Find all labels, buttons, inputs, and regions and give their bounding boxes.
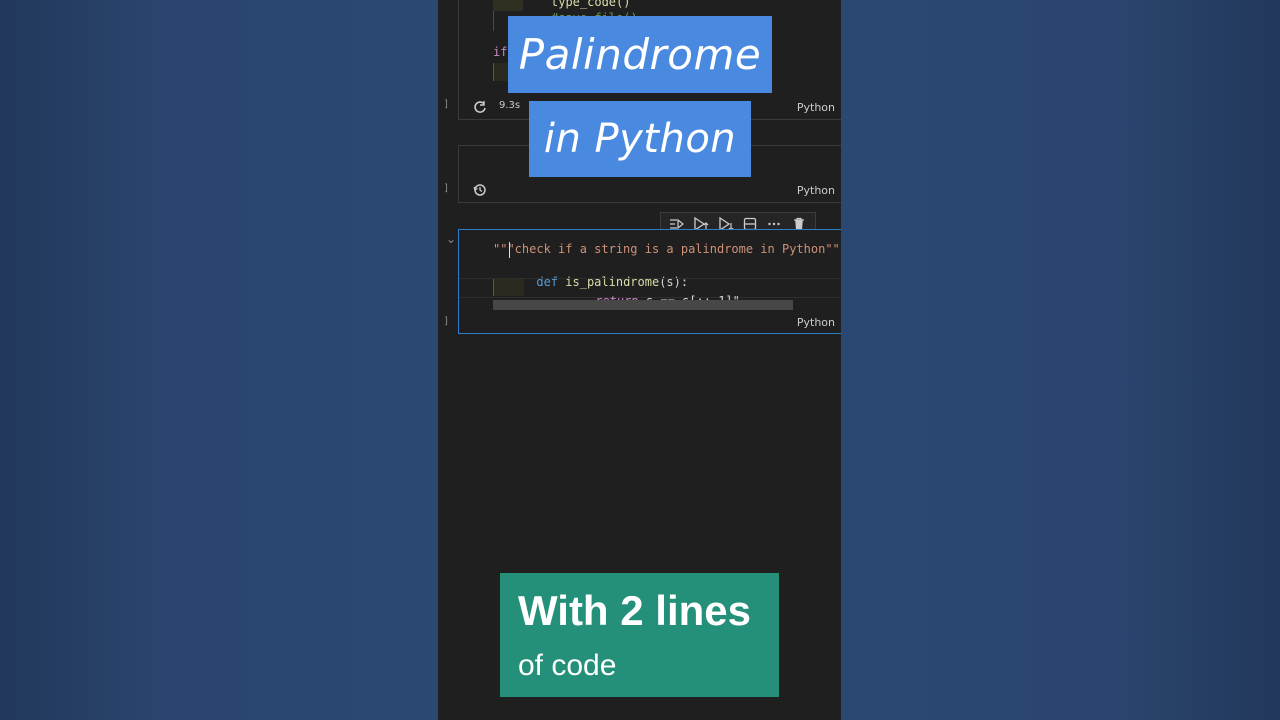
- code-line-partial-1: type_code(): [551, 0, 631, 9]
- title-line-2-box: in Python: [529, 101, 751, 177]
- gutter-bracket: ]: [444, 99, 448, 110]
- history-icon[interactable]: [473, 182, 487, 196]
- subtitle-main: With 2 lines: [518, 587, 751, 634]
- collapse-chevron-icon[interactable]: ⌄: [446, 232, 456, 246]
- subtitle-sub: of code: [518, 649, 617, 682]
- execution-time: 9.3s: [499, 100, 521, 111]
- gutter-bracket: ]: [444, 316, 448, 327]
- refresh-icon[interactable]: [473, 99, 487, 113]
- left-background: [0, 0, 438, 720]
- if-keyword: if: [493, 45, 508, 59]
- indent-highlight: [493, 0, 523, 11]
- gutter-bracket: ]: [444, 183, 448, 194]
- right-background: [841, 0, 1280, 720]
- code-docstring[interactable]: """check if a string is a palindrome in …: [493, 242, 841, 256]
- title-line-2: in Python: [543, 116, 737, 162]
- notebook-cell-3[interactable]: """check if a string is a palindrome in …: [458, 229, 841, 334]
- title-line-1-box: Palindrome: [508, 16, 772, 93]
- horizontal-scrollbar[interactable]: [493, 300, 793, 310]
- language-label[interactable]: Python: [797, 101, 835, 114]
- language-label[interactable]: Python: [797, 184, 835, 197]
- text-cursor: [509, 242, 510, 258]
- subtitle-box: With 2 lines of code: [500, 573, 779, 697]
- language-label[interactable]: Python: [797, 316, 835, 329]
- title-line-1: Palindrome: [518, 30, 762, 79]
